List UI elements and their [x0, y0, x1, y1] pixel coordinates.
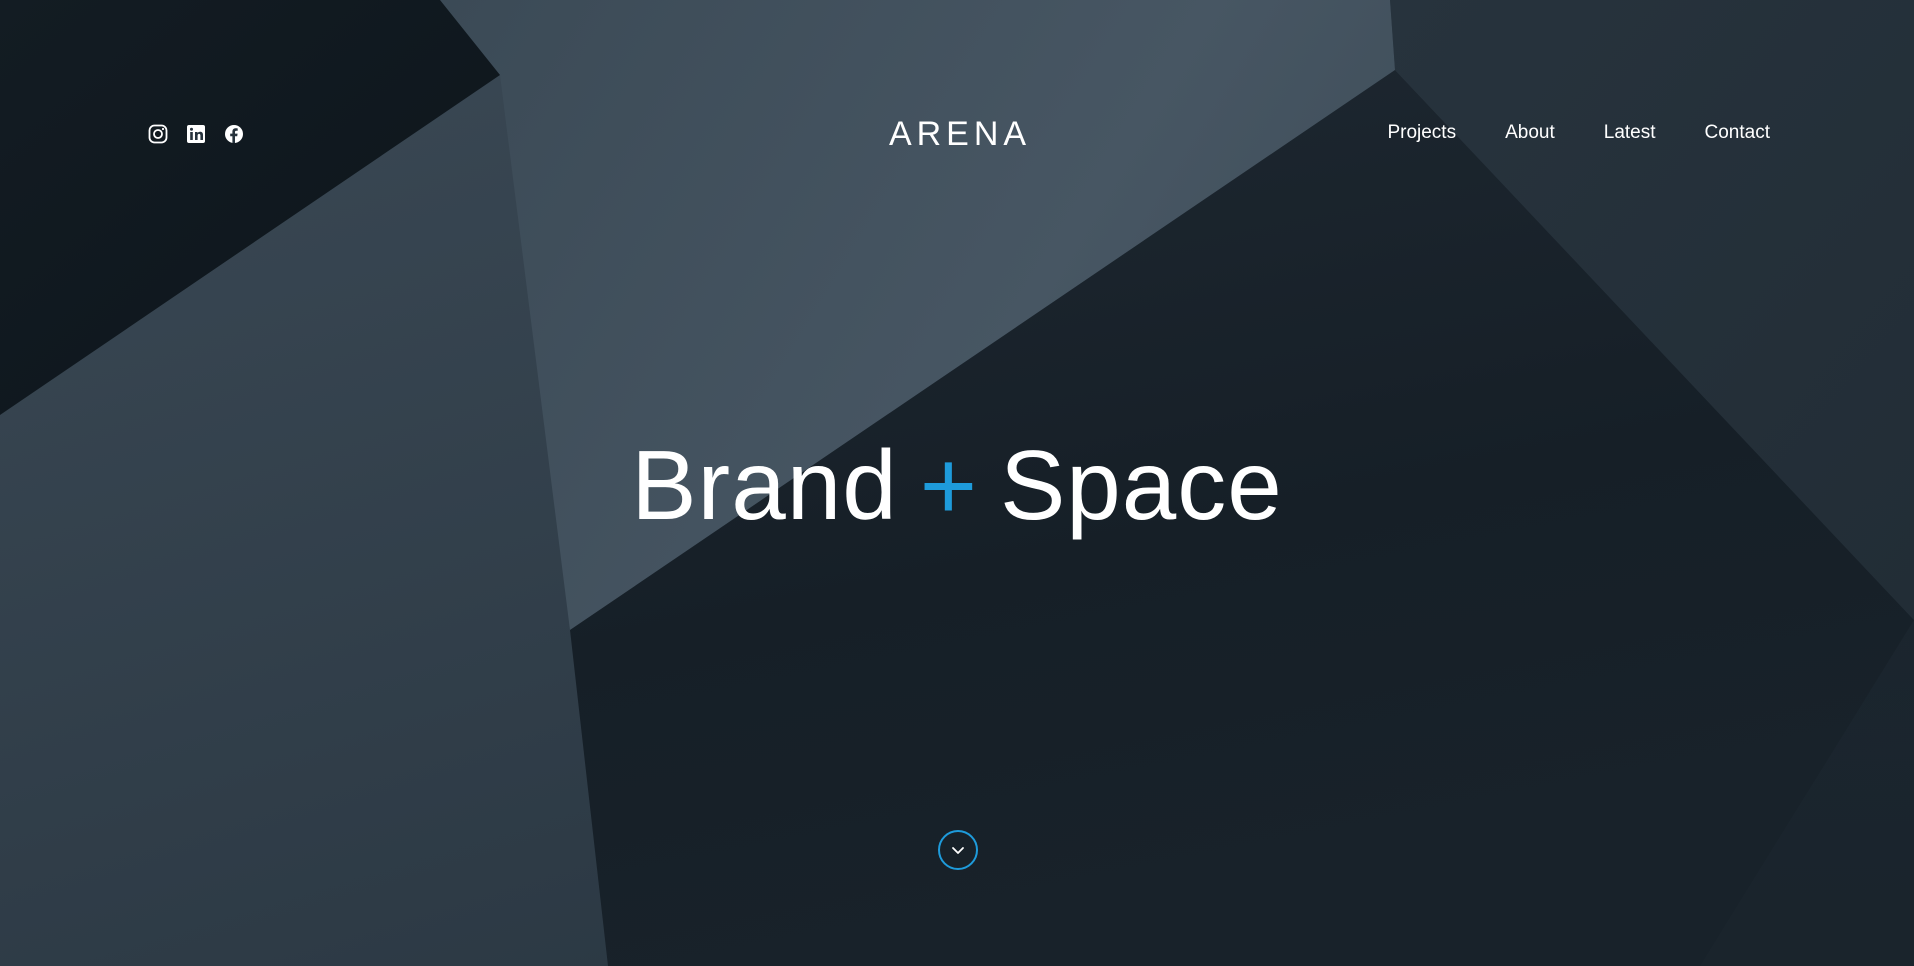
instagram-link[interactable]	[148, 124, 168, 144]
facebook-link[interactable]	[224, 124, 244, 144]
site-logo[interactable]: ARENA	[888, 115, 1032, 153]
hero-headline: Brand + Space	[0, 430, 1914, 540]
nav-item-about[interactable]: About	[1505, 120, 1555, 146]
logo-text: ARENA	[888, 115, 1032, 153]
headline-brand: Brand	[631, 430, 898, 540]
headline-space: Space	[999, 430, 1283, 540]
site-header: ARENA Projects About Latest Contact	[0, 0, 1914, 270]
main-nav: Projects About Latest Contact	[1387, 120, 1770, 146]
headline-plus: +	[919, 430, 978, 540]
facebook-icon	[225, 125, 243, 143]
nav-item-contact[interactable]: Contact	[1705, 120, 1770, 146]
linkedin-link[interactable]	[186, 124, 206, 144]
nav-item-latest[interactable]: Latest	[1604, 120, 1656, 146]
instagram-icon	[148, 124, 168, 144]
nav-item-projects[interactable]: Projects	[1387, 120, 1456, 146]
chevron-down-icon	[952, 847, 964, 854]
hero-section: ARENA Projects About Latest Contact Bran…	[0, 0, 1914, 966]
linkedin-icon	[187, 125, 205, 143]
social-links	[148, 124, 244, 144]
scroll-down-button[interactable]	[938, 830, 978, 870]
